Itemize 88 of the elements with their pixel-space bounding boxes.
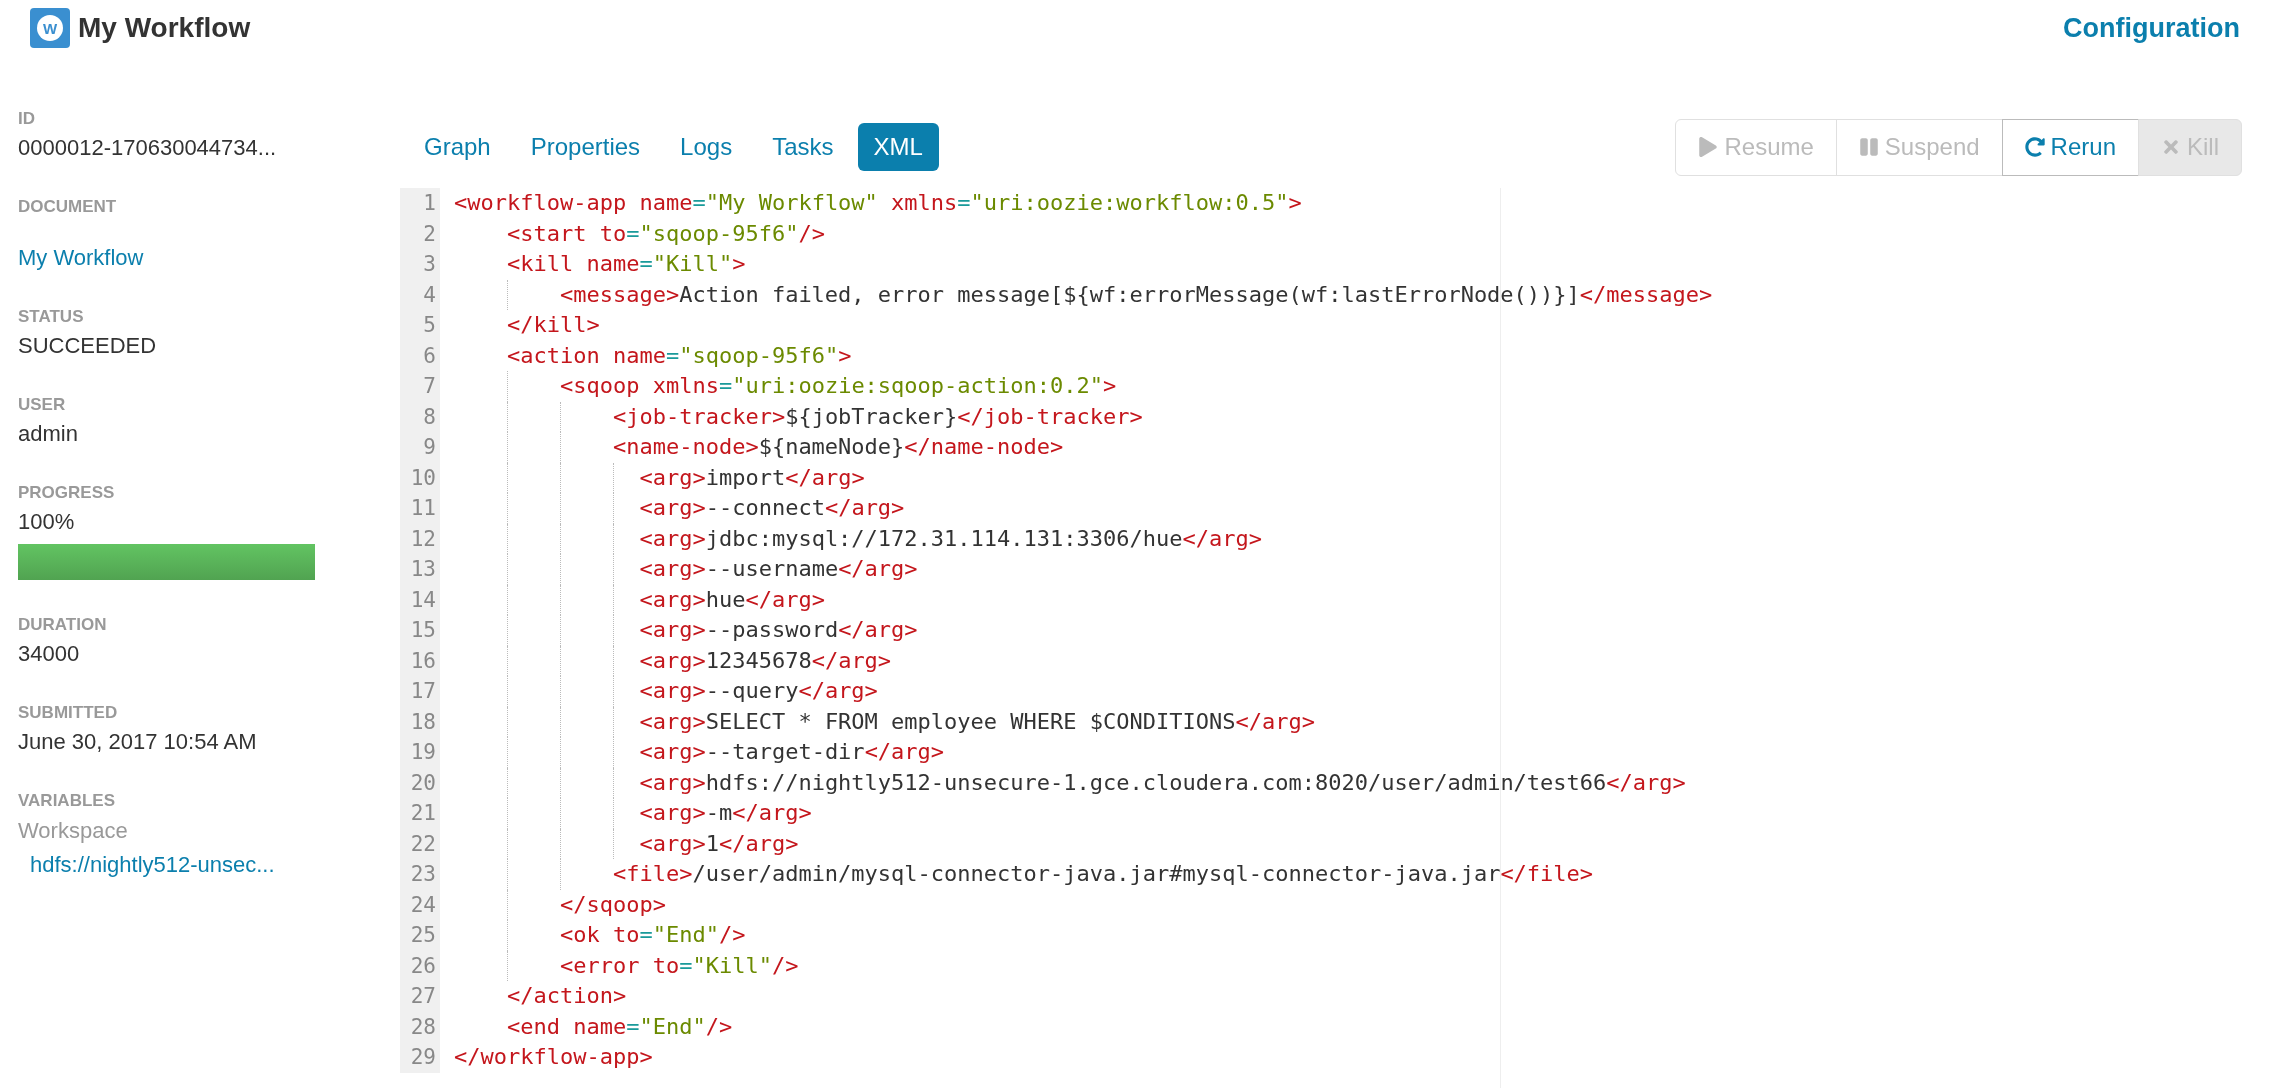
line-number: 28 [400, 1011, 440, 1042]
code-line: <arg>--connect</arg> [638, 495, 905, 520]
code-line: <arg>--username</arg> [638, 556, 918, 581]
line-number: 6 [400, 340, 440, 371]
line-number: 22 [400, 828, 440, 859]
line-number: 11 [400, 493, 440, 524]
line-number: 10 [400, 462, 440, 493]
redo-icon [2024, 137, 2045, 157]
line-number: 3 [400, 249, 440, 280]
line-number: 13 [400, 554, 440, 585]
code-line: </workflow-app> [454, 1044, 653, 1069]
tab[interactable]: Tasks [756, 123, 850, 171]
code-line: <end name="End"/> [505, 1013, 733, 1039]
tab[interactable]: Properties [514, 123, 657, 171]
field-value: June 30, 2017 10:54 AM [18, 728, 258, 756]
progress-value: 100% [18, 508, 76, 536]
tab[interactable]: XML [857, 123, 939, 171]
document-link[interactable]: My Workflow [18, 244, 400, 272]
line-number: 26 [400, 950, 440, 981]
field-label: SUBMITTED [18, 702, 119, 724]
line-number: 15 [400, 615, 440, 646]
code-line: <action name="sqoop-95f6"> [505, 342, 852, 368]
tab[interactable]: Graph [408, 123, 507, 171]
code-line: <name-node>${nameNode}</name-node> [611, 434, 1064, 459]
field-label: DOCUMENT [18, 196, 118, 218]
code-line: <workflow-app name="My Workflow" xmlns="uri:oozie:workflow:0.5"> [454, 190, 1302, 215]
configuration-link[interactable]: Configuration [2063, 12, 2240, 44]
field-label: PROGRESS [18, 482, 116, 504]
code-line: <arg>import</arg> [638, 464, 865, 490]
code-line: <arg>1</arg> [638, 830, 799, 856]
code-line: <error to="Kill"/> [558, 952, 799, 978]
line-number: 25 [400, 920, 440, 951]
line-number: 1 [400, 188, 440, 219]
pause-icon [1858, 137, 1879, 157]
line-number: 8 [400, 401, 440, 432]
variable-name: Workspace [18, 817, 129, 845]
code-line: </action> [505, 983, 627, 1008]
field-label: STATUS [18, 306, 85, 328]
code-line: <arg>--target-dir</arg> [638, 739, 945, 764]
field-value: SUCCEEDED [18, 332, 158, 360]
line-number: 18 [400, 706, 440, 737]
code-line: <arg>--query</arg> [638, 678, 878, 703]
play-icon [1698, 137, 1719, 157]
line-number: 16 [400, 645, 440, 676]
line-number: 29 [400, 1042, 440, 1073]
code-line: <message>Action failed, error message[${wf:errorMessage(wf:lastErrorNode())}]</message> [558, 281, 1713, 307]
code-line: <ok to="End"/> [558, 922, 746, 947]
code-line: <file>/user/admin/mysql-connector-java.jar#mysql-connector-java.jar</file> [611, 861, 1594, 886]
action-button[interactable]: Rerun [2001, 118, 2139, 176]
line-number: 17 [400, 676, 440, 707]
code-line: <kill name="Kill"> [505, 251, 746, 276]
code-line: <arg>hdfs://nightly512-unsecure-1.gce.cloudera.com:8020/user/admin/test66</arg> [638, 769, 1686, 795]
code-line: </kill> [505, 312, 600, 337]
variable-link[interactable]: hdfs://nightly512-unsec... [18, 850, 400, 880]
code-line: <arg>-m</arg> [638, 800, 812, 825]
line-number: 9 [400, 432, 440, 463]
line-number: 24 [400, 889, 440, 920]
code-line: </sqoop> [558, 891, 666, 917]
field-label: ID [18, 108, 36, 130]
line-number: 4 [400, 279, 440, 310]
line-number: 23 [400, 859, 440, 890]
line-number: 7 [400, 371, 440, 402]
field-value: 0000012-170630044734... [18, 134, 278, 162]
code-line: <arg>hue</arg> [638, 586, 825, 612]
field-value: 34000 [18, 640, 81, 668]
line-number: 20 [400, 767, 440, 798]
code-line: <arg>12345678</arg> [638, 647, 892, 673]
line-number: 2 [400, 218, 440, 249]
code-line: <arg>--password</arg> [638, 617, 918, 642]
line-number: 21 [400, 798, 440, 829]
line-number: 27 [400, 981, 440, 1012]
line-number: 5 [400, 310, 440, 341]
field-label: DURATION [18, 614, 108, 636]
code-line: <arg>SELECT * FROM employee WHERE $CONDITIONS</arg> [638, 708, 1315, 734]
line-number: 19 [400, 737, 440, 768]
tab[interactable]: Logs [664, 123, 749, 171]
app-logo-icon: W [30, 8, 70, 48]
code-line: <arg>jdbc:mysql://172.31.114.131:3306/hue</arg> [638, 525, 1262, 551]
field-label: USER [18, 394, 67, 416]
line-number: 14 [400, 584, 440, 615]
code-line: <start to="sqoop-95f6"/> [505, 220, 825, 246]
page-title: My Workflow [78, 12, 251, 44]
close-icon [2161, 137, 2181, 157]
line-number: 12 [400, 523, 440, 554]
field-value: admin [18, 420, 79, 448]
field-label: VARIABLES [18, 790, 116, 812]
code-line: <sqoop xmlns="uri:oozie:sqoop-action:0.2"> [558, 373, 1117, 398]
code-line: <job-tracker>${jobTracker}</job-tracker> [611, 403, 1143, 429]
